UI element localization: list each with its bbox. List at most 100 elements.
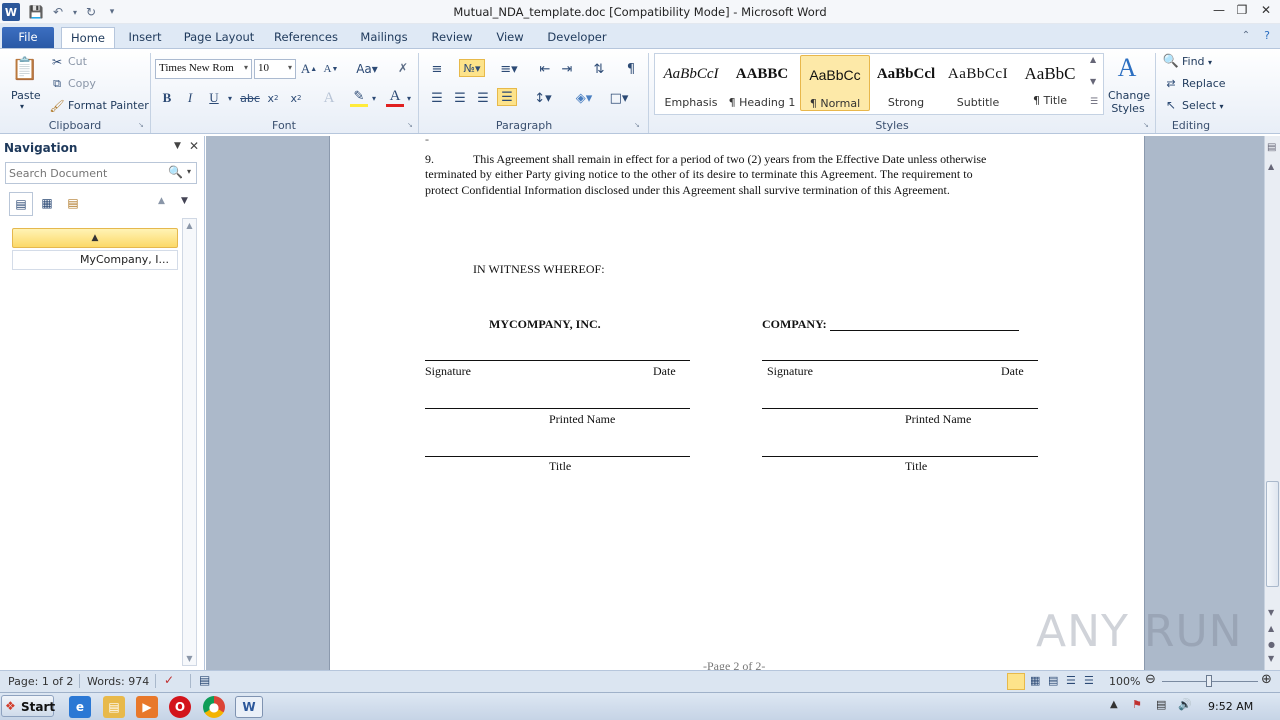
restore-button[interactable]: ❐ [1233,2,1251,18]
document-page[interactable]: ‑ 9. This Agreement shall remain in effe… [329,132,1145,673]
tab-view[interactable]: View [490,27,530,48]
previous-heading-icon[interactable]: ▲ [158,196,165,206]
scroll-down-icon[interactable]: ▼ [1268,608,1274,617]
paragraph-launcher-icon[interactable]: ↘ [634,121,640,129]
style-normal[interactable]: AaBbCc ¶ Normal [800,55,870,111]
show-hide-marks-icon[interactable]: ¶ [622,60,640,78]
borders-icon[interactable]: □▾ [606,89,632,107]
nav-search-box[interactable]: 🔍 ▾ [5,162,197,184]
zoom-slider-thumb[interactable] [1206,675,1212,687]
multilevel-list-icon[interactable]: ≡▾ [497,60,521,78]
previous-page-icon[interactable]: ▲ [1268,624,1274,633]
zoom-in-icon[interactable]: ⊕ [1261,672,1272,687]
close-button[interactable]: ✕ [1257,2,1275,18]
browse-headings-tab-icon[interactable]: ▤ [9,192,33,216]
line-spacing-icon[interactable]: ↕▾ [530,89,556,107]
sort-icon[interactable]: ⇅ [590,60,608,78]
paste-button[interactable]: Paste [11,89,41,102]
replace-button[interactable]: Replace [1182,77,1226,90]
nav-heading-collapse-icon[interactable]: ▲ [12,228,178,248]
change-case-icon[interactable]: Aa▾ [355,60,379,78]
nav-search-icon[interactable]: 🔍 [168,165,183,179]
volume-icon[interactable]: 🔊 [1178,698,1192,711]
clear-formatting-icon[interactable]: ✗ [394,59,412,77]
align-right-icon[interactable]: ☰ [474,89,492,107]
browse-results-tab-icon[interactable]: ▤ [61,192,85,216]
font-family-combo[interactable]: Times New Rom ▾ [155,59,252,79]
bullets-icon[interactable]: ≡ [428,60,446,78]
styles-scroll-up-icon[interactable]: ▲ [1090,55,1096,64]
change-styles-icon[interactable]: A [1112,53,1142,83]
start-button[interactable]: ❖ Start [1,695,55,717]
format-painter-button[interactable]: Format Painter [68,99,149,112]
grow-font-icon[interactable]: A ▲ [300,60,318,78]
help-icon[interactable]: ? [1258,28,1276,44]
word-taskbar-icon[interactable]: W [235,696,263,718]
find-button[interactable]: Find ▾ [1182,55,1212,68]
paste-dropdown-icon[interactable]: ▾ [20,102,24,111]
increase-indent-icon[interactable]: ⇥ [558,60,576,78]
tab-review[interactable]: Review [426,27,478,48]
print-layout-view-icon[interactable] [1007,673,1025,690]
font-color-icon[interactable]: A [386,88,404,107]
shrink-font-icon[interactable]: A ▼ [322,60,340,78]
show-hidden-icons[interactable]: ▲ [1110,699,1118,710]
cut-button[interactable]: Cut [68,55,87,68]
browse-pages-tab-icon[interactable]: ▦ [35,192,59,216]
strikethrough-icon[interactable]: abc [240,89,260,107]
style-emphasis[interactable]: AaBbCcI Emphasis [656,55,726,111]
media-player-icon[interactable]: ▶ [136,696,158,718]
align-left-icon[interactable]: ☰ [428,89,446,107]
tab-insert[interactable]: Insert [122,27,168,48]
tab-mailings[interactable]: Mailings [354,27,414,48]
justify-icon[interactable]: ☰ [497,88,517,106]
nav-options-icon[interactable]: ▼ [174,141,181,151]
paste-icon[interactable]: 📋 [10,53,40,85]
nav-close-icon[interactable]: ✕ [189,139,199,153]
zoom-out-icon[interactable]: ⊖ [1145,672,1156,687]
clock[interactable]: 9:52 AM [1208,700,1253,713]
font-launcher-icon[interactable]: ↘ [407,121,413,129]
full-screen-view-icon[interactable]: ▦ [1030,674,1040,687]
draft-view-icon[interactable]: ☰ [1084,674,1094,687]
tab-home[interactable]: Home [61,27,115,48]
copy-button[interactable]: Copy [68,77,96,90]
styles-launcher-icon[interactable]: ↘ [1143,121,1149,129]
nav-heading-item[interactable]: MyCompany, I... [12,250,178,270]
minimize-ribbon-icon[interactable]: ⌃ [1237,28,1255,44]
tab-file[interactable]: File [2,27,54,48]
subscript-icon[interactable]: x2 [264,89,282,107]
nav-search-input[interactable] [9,165,159,181]
change-styles-button[interactable]: Change Styles [1108,89,1150,115]
styles-scroll-down-icon[interactable]: ▼ [1090,77,1096,86]
highlight-dropdown-icon[interactable]: ▾ [369,89,379,107]
style-subtitle[interactable]: AaBbCcI Subtitle [943,55,1013,111]
page-count[interactable]: Page: 1 of 2 [8,675,73,688]
minimize-button[interactable]: — [1210,2,1228,18]
nav-scrollbar[interactable]: ▲ ▼ [182,218,197,666]
align-center-icon[interactable]: ☰ [451,89,469,107]
chrome-icon[interactable]: ● [203,696,225,718]
vertical-scrollbar[interactable]: ▤ ▲ ▼ ▲ ● ▼ [1264,136,1280,670]
font-size-combo[interactable]: 10 ▾ [254,59,296,79]
tab-developer[interactable]: Developer [542,27,612,48]
proofing-icon[interactable]: ✓ [164,673,174,687]
opera-icon[interactable]: O [169,696,191,718]
outline-view-icon[interactable]: ☰ [1066,674,1076,687]
word-count[interactable]: Words: 974 [87,675,149,688]
styles-more-icon[interactable]: ☰ [1090,97,1098,107]
numbering-icon[interactable]: №▾ [459,59,485,77]
zoom-level[interactable]: 100% [1109,675,1140,688]
highlight-icon[interactable]: ✎ [350,89,368,107]
superscript-icon[interactable]: x2 [287,89,305,107]
next-heading-icon[interactable]: ▼ [181,196,188,206]
select-button[interactable]: Select ▾ [1182,99,1223,112]
tab-references[interactable]: References [270,27,342,48]
ruler-toggle-icon[interactable]: ▤ [1267,142,1276,153]
scroll-thumb[interactable] [1266,481,1279,587]
underline-icon[interactable]: U [205,89,223,107]
scroll-up-icon[interactable]: ▲ [1268,162,1274,171]
macro-recording-icon[interactable]: ▤ [199,673,210,687]
italic-icon[interactable]: I [181,89,199,107]
browse-object-icon[interactable]: ● [1268,640,1275,649]
